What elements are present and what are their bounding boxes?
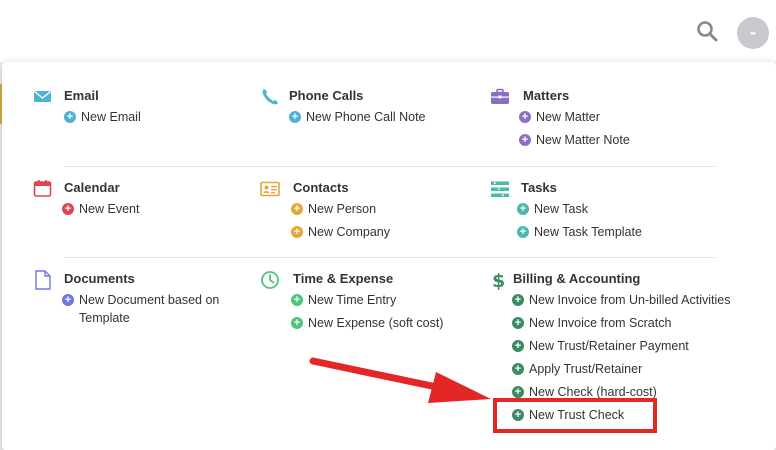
annotation-highlight-box bbox=[493, 398, 657, 433]
annotation-arrow bbox=[309, 357, 491, 403]
